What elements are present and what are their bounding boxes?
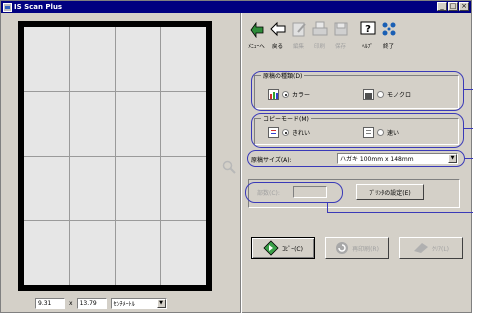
grid-line bbox=[24, 156, 206, 157]
callout-line bbox=[465, 158, 473, 159]
edit-icon bbox=[289, 19, 309, 39]
back-arrow-icon bbox=[268, 19, 288, 39]
copy-button[interactable]: ｺﾋﾟｰ(C) bbox=[251, 237, 315, 259]
help-icon: ? bbox=[358, 19, 378, 39]
back-button[interactable]: 戻る bbox=[267, 17, 288, 55]
maximize-button[interactable]: □ bbox=[448, 2, 458, 11]
eraser-icon bbox=[413, 243, 428, 253]
reprint-icon bbox=[336, 242, 349, 254]
callout-line bbox=[464, 89, 473, 90]
home-arrow-icon bbox=[247, 19, 267, 39]
exit-icon bbox=[379, 19, 399, 39]
times-label: x bbox=[69, 300, 73, 307]
menu-label: ﾒﾆｭｰへ bbox=[248, 44, 265, 50]
title-bar: IS Scan Plus _ □ × bbox=[1, 1, 471, 13]
panel-divider bbox=[240, 13, 242, 313]
printer-icon bbox=[310, 19, 330, 39]
callout-oval bbox=[247, 150, 465, 167]
unit-value: ｾﾝﾁﾒｰﾄﾙ bbox=[113, 301, 135, 308]
grid-line bbox=[24, 91, 206, 92]
save-label: 保存 bbox=[334, 44, 346, 50]
exit-button[interactable]: 終了 bbox=[378, 17, 399, 55]
scan-preview[interactable] bbox=[24, 27, 206, 285]
unit-select[interactable]: ｾﾝﾁﾒｰﾄﾙ ▼ bbox=[110, 298, 167, 309]
clear-label: ｸﾘｱ(L) bbox=[431, 245, 450, 253]
callout-line bbox=[327, 203, 328, 212]
app-window: IS Scan Plus _ □ × 9.31 x 13.79 ｾﾝﾁﾒｰﾄﾙ … bbox=[0, 0, 473, 313]
reprint-label: 再印刷(R) bbox=[352, 245, 379, 253]
callout-oval bbox=[251, 71, 464, 111]
grid-line bbox=[24, 220, 206, 221]
window-title: IS Scan Plus bbox=[14, 3, 63, 11]
exit-label: 終了 bbox=[382, 44, 394, 50]
menu-button[interactable]: ﾒﾆｭｰへ bbox=[246, 17, 267, 55]
width-field[interactable]: 9.31 bbox=[35, 298, 65, 309]
callout-line bbox=[464, 128, 473, 129]
svg-text:?: ? bbox=[365, 24, 371, 35]
callout-oval bbox=[251, 113, 464, 148]
close-button[interactable]: × bbox=[459, 2, 469, 11]
printer-settings-button[interactable]: ﾌﾟﾘﾝﾀの設定(E) bbox=[356, 184, 424, 200]
height-field[interactable]: 13.79 bbox=[76, 298, 107, 309]
save-button[interactable]: 保存 bbox=[330, 17, 351, 55]
help-label: ﾍﾙﾌﾟ bbox=[361, 44, 373, 50]
callout-line bbox=[327, 212, 473, 213]
window-controls: _ □ × bbox=[437, 2, 469, 11]
toolbar: ﾒﾆｭｰへ 戻る 編集 印刷 保存 ? ﾍﾙﾌﾟ 終了 bbox=[246, 17, 399, 55]
minimize-button[interactable]: _ bbox=[437, 2, 447, 11]
help-button[interactable]: ? ﾍﾙﾌﾟ bbox=[357, 17, 378, 55]
app-icon bbox=[3, 2, 12, 12]
chevron-down-icon: ▼ bbox=[156, 299, 166, 308]
print-button[interactable]: 印刷 bbox=[309, 17, 330, 55]
reprint-button[interactable]: 再印刷(R) bbox=[325, 237, 389, 259]
preview-frame bbox=[18, 21, 212, 291]
print-label: 印刷 bbox=[313, 44, 325, 50]
magnifier-icon[interactable] bbox=[222, 160, 236, 174]
callout-oval bbox=[245, 182, 343, 203]
preview-size-row: 9.31 x 13.79 ｾﾝﾁﾒｰﾄﾙ ▼ bbox=[35, 298, 167, 309]
copy-label: ｺﾋﾟｰ(C) bbox=[282, 245, 303, 253]
edit-label: 編集 bbox=[292, 44, 304, 50]
diamond-icon bbox=[263, 240, 279, 256]
save-icon bbox=[331, 19, 351, 39]
edit-button[interactable]: 編集 bbox=[288, 17, 309, 55]
back-label: 戻る bbox=[271, 44, 283, 50]
clear-button[interactable]: ｸﾘｱ(L) bbox=[399, 237, 463, 259]
